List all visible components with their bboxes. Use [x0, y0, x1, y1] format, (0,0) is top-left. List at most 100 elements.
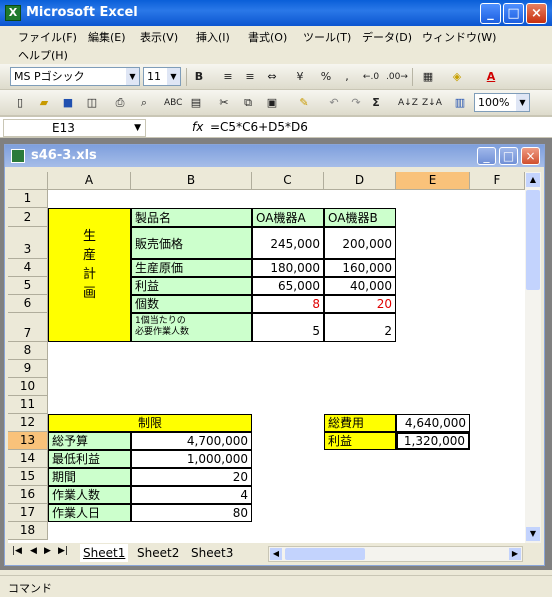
row-header[interactable]: 3	[8, 227, 48, 259]
menu-tools[interactable]: ツール(T)	[303, 29, 351, 45]
row-header[interactable]: 12	[8, 414, 48, 432]
menu-edit[interactable]: 編集(E)	[88, 29, 126, 45]
scroll-left-icon[interactable]: ◀	[270, 548, 282, 560]
chevron-down-icon[interactable]: ▼	[126, 68, 139, 85]
cell-c3[interactable]: 245,000	[252, 227, 324, 259]
sort-ascending-icon[interactable]: A↓Z	[398, 94, 418, 112]
cell-d2[interactable]: OA機器B	[324, 208, 396, 227]
cell-d3[interactable]: 200,000	[324, 227, 396, 259]
permission-icon[interactable]: ◫	[84, 94, 100, 112]
spelling-icon[interactable]: ABC	[164, 94, 182, 112]
row-header[interactable]: 16	[8, 486, 48, 504]
prev-sheet-icon[interactable]: ◀	[30, 546, 37, 556]
cell-c4[interactable]: 180,000	[252, 259, 324, 277]
cell-b6[interactable]: 個数	[131, 295, 252, 313]
production-plan-label[interactable]: 生 産 計 画	[48, 208, 131, 342]
bold-icon[interactable]: B	[191, 68, 207, 86]
autosum-icon[interactable]: Σ	[368, 94, 384, 112]
column-header[interactable]: E	[396, 172, 470, 190]
scroll-down-icon[interactable]: ▼	[526, 527, 540, 541]
tab-sheet2[interactable]: Sheet2	[134, 544, 182, 562]
sort-descending-icon[interactable]: Z↓A	[422, 94, 442, 112]
menu-view[interactable]: 表示(V)	[140, 29, 178, 45]
redo-icon[interactable]: ↷	[348, 94, 364, 112]
cell-b13[interactable]: 4,700,000	[131, 432, 252, 450]
paste-icon[interactable]: ▣	[264, 94, 280, 112]
cell-c5[interactable]: 65,000	[252, 277, 324, 295]
cell-b2[interactable]: 製品名	[131, 208, 252, 227]
row-header[interactable]: 1	[8, 190, 48, 208]
format-painter-icon[interactable]: ✎	[296, 94, 312, 112]
select-all-corner[interactable]	[8, 172, 48, 190]
row-header[interactable]: 15	[8, 468, 48, 486]
cell-d7[interactable]: 2	[324, 313, 396, 342]
cell-b15[interactable]: 20	[131, 468, 252, 486]
horizontal-scroll-thumb[interactable]	[285, 548, 365, 560]
cell-b17[interactable]: 80	[131, 504, 252, 522]
align-center-icon[interactable]: ≡	[242, 68, 258, 86]
tab-sheet3[interactable]: Sheet3	[188, 544, 236, 562]
chevron-down-icon[interactable]: ▼	[516, 94, 529, 111]
cell-a14[interactable]: 最低利益	[48, 450, 131, 468]
cell-b7[interactable]: 1個当たりの 必要作業人数	[131, 313, 252, 342]
row-header[interactable]: 8	[8, 342, 48, 360]
merge-center-icon[interactable]: ⇔	[264, 68, 280, 86]
font-name-combo[interactable]: MS Pゴシック ▼	[10, 67, 140, 86]
wb-minimize-button[interactable]: _	[477, 147, 496, 165]
minimize-button[interactable]: _	[480, 3, 501, 24]
wb-maximize-button[interactable]: □	[499, 147, 518, 165]
cell-b4[interactable]: 生産原価	[131, 259, 252, 277]
cell-a13[interactable]: 総予算	[48, 432, 131, 450]
percent-icon[interactable]: %	[318, 68, 334, 86]
vertical-scrollbar[interactable]: ▲ ▼	[525, 172, 541, 543]
menu-help[interactable]: ヘルプ(H)	[18, 47, 68, 63]
formula-input[interactable]: =C5*C6+D5*D6	[210, 120, 308, 134]
row-header[interactable]: 2	[8, 208, 48, 227]
row-header[interactable]: 17	[8, 504, 48, 522]
cell-c2[interactable]: OA機器A	[252, 208, 324, 227]
row-header[interactable]: 6	[8, 295, 48, 313]
row-header[interactable]: 11	[8, 396, 48, 414]
undo-icon[interactable]: ↶	[326, 94, 342, 112]
scroll-right-icon[interactable]: ▶	[509, 548, 521, 560]
chevron-down-icon[interactable]: ▼	[167, 68, 180, 85]
new-file-icon[interactable]: ▯	[12, 94, 28, 112]
menu-window[interactable]: ウィンドウ(W)	[422, 29, 496, 45]
chevron-down-icon[interactable]: ▼	[134, 120, 141, 136]
column-header[interactable]: C	[252, 172, 324, 190]
wb-close-button[interactable]: ×	[521, 147, 540, 165]
font-color-icon[interactable]: A	[482, 68, 500, 86]
column-header[interactable]: F	[470, 172, 525, 190]
print-preview-icon[interactable]: ⌕	[136, 94, 152, 112]
open-folder-icon[interactable]: ▰	[36, 94, 52, 112]
cell-a16[interactable]: 作業人数	[48, 486, 131, 504]
next-sheet-icon[interactable]: ▶	[44, 546, 51, 556]
cell-d4[interactable]: 160,000	[324, 259, 396, 277]
scroll-up-icon[interactable]: ▲	[526, 173, 540, 187]
cell-d12[interactable]: 総費用	[324, 414, 396, 432]
row-header[interactable]: 13	[8, 432, 48, 450]
vertical-scroll-thumb[interactable]	[526, 190, 540, 290]
currency-icon[interactable]: ¥	[292, 68, 308, 86]
close-button[interactable]: ×	[526, 3, 547, 24]
cell-d6[interactable]: 20	[324, 295, 396, 313]
cell-b16[interactable]: 4	[131, 486, 252, 504]
print-icon[interactable]: ⎙	[112, 94, 128, 112]
column-header[interactable]: A	[48, 172, 131, 190]
menu-insert[interactable]: 挿入(I)	[196, 29, 230, 45]
cell-a17[interactable]: 作業人日	[48, 504, 131, 522]
zoom-combo[interactable]: 100% ▼	[474, 93, 530, 112]
cell-d13[interactable]: 利益	[324, 432, 396, 450]
first-sheet-icon[interactable]: |◀	[12, 546, 22, 556]
cut-icon[interactable]: ✂	[216, 94, 232, 112]
fill-color-icon[interactable]: ◈	[447, 68, 467, 86]
decrease-decimal-icon[interactable]: .00→	[386, 68, 408, 86]
borders-icon[interactable]: ▦	[418, 68, 438, 86]
row-header[interactable]: 7	[8, 313, 48, 342]
fx-icon[interactable]: fx	[192, 120, 203, 134]
column-header[interactable]: D	[324, 172, 396, 190]
row-header[interactable]: 5	[8, 277, 48, 295]
cell-b5[interactable]: 利益	[131, 277, 252, 295]
cell-c7[interactable]: 5	[252, 313, 324, 342]
cell-a15[interactable]: 期間	[48, 468, 131, 486]
